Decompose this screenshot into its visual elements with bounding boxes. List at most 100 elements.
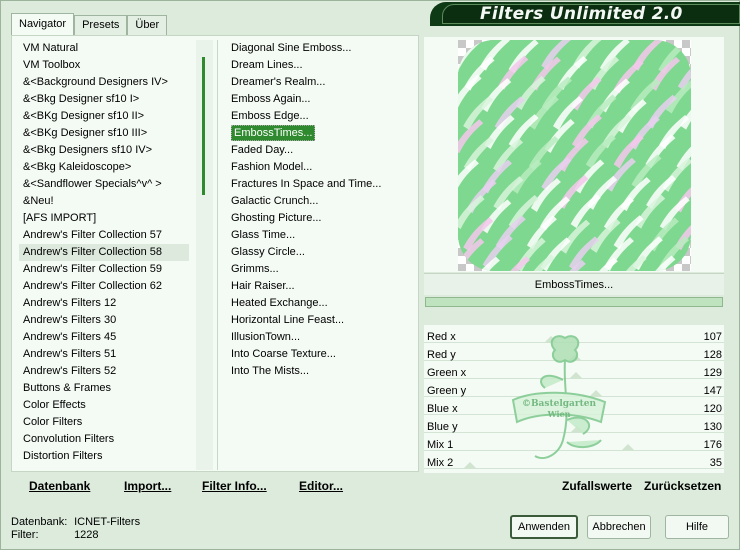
list-divider [217,40,218,470]
param-value: 147 [703,385,722,397]
category-item[interactable]: &<BKg Designer sf10 III> [19,125,189,142]
param-value: 129 [703,367,722,379]
category-scrollbar-thumb[interactable] [202,57,205,195]
category-item[interactable]: &Neu! [19,193,189,210]
filter-item-label: Fractures In Space and Time... [231,178,382,190]
status-filter-label: Filter: [11,529,39,541]
filter-item[interactable]: Emboss Edge... [227,108,417,125]
filter-item[interactable]: Into Coarse Texture... [227,346,417,363]
editor-button[interactable]: Editor... [299,479,343,493]
filter-item[interactable]: Dream Lines... [227,57,417,74]
category-item[interactable]: Andrew's Filter Collection 62 [19,278,189,295]
filter-item[interactable]: Grimms... [227,261,417,278]
category-item[interactable]: &<Bkg Kaleidoscope> [19,159,189,176]
category-item[interactable]: Color Filters [19,414,189,431]
filter-item-label: Galactic Crunch... [231,195,319,207]
param-slider-thumb[interactable] [463,462,477,469]
category-item[interactable]: &<Background Designers IV> [19,74,189,91]
param-value: 35 [709,457,722,469]
app-title: Filters Unlimited 2.0 [480,4,683,24]
param-label: Red x [427,331,456,343]
category-scrollbar[interactable] [196,40,213,470]
category-item[interactable]: Buttons & Frames [19,380,189,397]
apply-button[interactable]: Anwenden [510,515,578,539]
filter-item[interactable]: Glassy Circle... [227,244,417,261]
filter-item[interactable]: Diagonal Sine Emboss... [227,40,417,57]
filter-item-label: IllusionTown... [231,331,301,343]
tab-bar: Navigator Presets Über [11,13,168,35]
category-item[interactable]: Andrew's Filter Collection 58 [19,244,189,261]
category-item[interactable]: [AFS IMPORT] [19,210,189,227]
filter-item-label: Hair Raiser... [231,280,295,292]
category-item[interactable]: VM Natural [19,40,189,57]
category-item[interactable]: Andrew's Filters 52 [19,363,189,380]
param-label: Mix 1 [427,439,454,451]
tab-navigator[interactable]: Navigator [11,13,75,35]
filter-item-label: Dream Lines... [231,59,303,71]
category-item[interactable]: Andrew's Filters 30 [19,312,189,329]
param-label: Blue y [427,421,458,433]
filter-item-label: Diagonal Sine Emboss... [231,42,352,54]
filter-list[interactable]: Diagonal Sine Emboss... Dream Lines... Dre… [227,40,417,385]
filter-item-label: Fashion Model... [231,161,313,173]
cancel-button[interactable]: Abbrechen [587,515,651,539]
filter-item-label: Glass Time... [231,229,296,241]
category-item[interactable]: Andrew's Filters 12 [19,295,189,312]
filter-item[interactable]: Fractures In Space and Time... [227,176,417,193]
filter-item[interactable]: Faded Day... [227,142,417,159]
category-item[interactable]: &<BKg Designer sf10 II> [19,108,189,125]
param-label: Red y [427,349,456,361]
preview-progress-fill [426,298,722,306]
category-item[interactable]: Andrew's Filter Collection 57 [19,227,189,244]
category-item[interactable]: VM Toolbox [19,57,189,74]
help-button[interactable]: Hilfe [665,515,729,539]
category-item[interactable]: &<Bkg Designer sf10 I> [19,91,189,108]
param-value: 120 [703,403,722,415]
filter-item[interactable]: EmbossTimes... [227,125,417,142]
filter-item[interactable]: Dreamer's Realm... [227,74,417,91]
filter-item[interactable]: Horizontal Line Feast... [227,312,417,329]
filter-item[interactable]: IllusionTown... [227,329,417,346]
param-label: Mix 2 [427,457,454,469]
category-item[interactable]: Andrew's Filter Collection 59 [19,261,189,278]
tab-about[interactable]: Über [127,15,168,35]
category-item[interactable]: Convolution Filters [19,431,189,448]
parameter-button-bar: Zufallswerte Zurücksetzen [424,474,724,498]
param-value: 176 [703,439,722,451]
status-database-value: ICNET-Filters [74,516,141,528]
filter-item[interactable]: Hair Raiser... [227,278,417,295]
tab-presets[interactable]: Presets [74,15,128,35]
filter-item[interactable]: Glass Time... [227,227,417,244]
filter-item[interactable]: Galactic Crunch... [227,193,417,210]
navigator-button-bar: Datenbank Import... Filter Info... Edito… [11,474,419,498]
random-values-button[interactable]: Zufallswerte [562,479,632,493]
filter-item[interactable]: Heated Exchange... [227,295,417,312]
filter-info-button[interactable]: Filter Info... [202,479,267,493]
database-button[interactable]: Datenbank [29,479,90,493]
filter-item[interactable]: Ghosting Picture... [227,210,417,227]
category-item[interactable]: Andrew's Filters 45 [19,329,189,346]
param-value: 128 [703,349,722,361]
status-database-label: Datenbank: [11,516,68,528]
category-item[interactable]: Distortion Filters [19,448,189,465]
category-item[interactable]: &<Bkg Designers sf10 IV> [19,142,189,159]
import-button[interactable]: Import... [124,479,171,493]
category-list[interactable]: VM Natural VM Toolbox &<Background Designe… [19,40,189,468]
param-label: Green y [427,385,467,397]
param-slider-thumb[interactable] [621,444,635,451]
category-item[interactable]: Color Effects [19,397,189,414]
watermark-logo: ©Bastelgarten Wien [511,335,607,459]
filter-item-label: Into Coarse Texture... [231,348,336,360]
filter-item-label: EmbossTimes... [231,125,316,141]
filter-item[interactable]: Emboss Again... [227,91,417,108]
param-label: Blue x [427,403,458,415]
category-item[interactable]: Andrew's Filters 51 [19,346,189,363]
preview-filter-name: EmbossTimes... [424,273,724,295]
param-value: 107 [703,331,722,343]
reset-button[interactable]: Zurücksetzen [644,479,721,493]
filter-item[interactable]: Into The Mists... [227,363,417,380]
category-item[interactable]: &<Sandflower Specials^v^ > [19,176,189,193]
filter-item[interactable]: Fashion Model... [227,159,417,176]
watermark-line1: ©Bastelgarten [522,399,597,409]
filter-item-label: Emboss Again... [231,93,311,105]
